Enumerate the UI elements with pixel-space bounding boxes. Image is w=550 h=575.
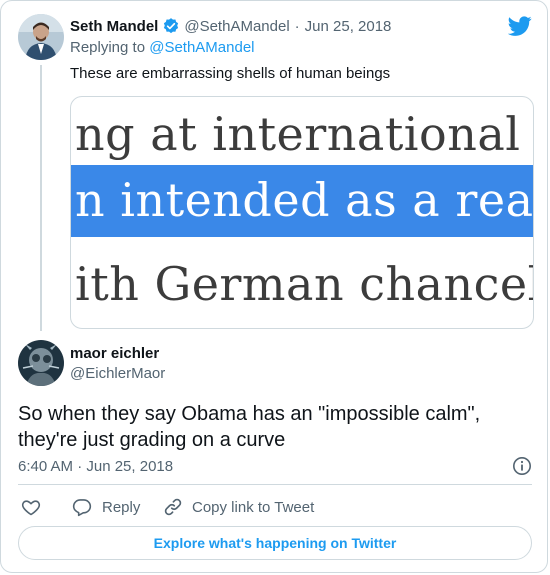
main-author-name[interactable]: maor eichler [70, 345, 159, 362]
link-icon [163, 497, 183, 517]
main-tweet-timestamp[interactable]: 6:40 AM · Jun 25, 2018 [18, 458, 173, 475]
main-tweet-text-line-2: they're just grading on a curve [18, 429, 286, 451]
copy-link-label: Copy link to Tweet [192, 498, 315, 516]
image-text-line-3: ith German chancello [75, 257, 533, 311]
main-tweet-text: So when they say Obama has an "impossibl… [18, 401, 538, 453]
image-text-line-2: n intended as a reassu [71, 165, 533, 237]
heart-icon [21, 497, 41, 517]
tweet-embed-card: Seth Mandel @SethAMandel · Jun 25, 2018 … [0, 0, 548, 573]
main-author-handle[interactable]: @EichlerMaor [70, 365, 165, 382]
parent-author-handle[interactable]: @SethAMandel [184, 18, 289, 35]
reply-button[interactable]: Reply [72, 497, 140, 517]
replying-to-line: Replying to @SethAMandel [70, 39, 255, 56]
parent-tweet-text: These are embarrassing shells of human b… [70, 65, 391, 82]
parent-header: Seth Mandel @SethAMandel · Jun 25, 2018 [70, 16, 391, 36]
thread-connector-line [40, 65, 42, 331]
verified-badge-icon [162, 17, 180, 35]
twitter-bird-icon[interactable] [507, 14, 532, 43]
reply-label: Reply [102, 498, 141, 516]
reply-icon [72, 497, 92, 517]
image-text-line-1: ng at international di [75, 107, 534, 161]
like-button[interactable] [21, 497, 41, 517]
info-icon[interactable] [512, 456, 532, 481]
parent-tweet-date[interactable]: Jun 25, 2018 [305, 18, 392, 35]
replying-to-prefix: Replying to [70, 39, 146, 56]
header-separator: · [294, 17, 300, 35]
explore-twitter-button[interactable]: Explore what's happening on Twitter [18, 526, 532, 560]
parent-author-name[interactable]: Seth Mandel [70, 18, 158, 35]
parent-tweet-image[interactable]: ng at international di n intended as a r… [70, 96, 534, 329]
replying-to-handle[interactable]: @SethAMandel [149, 39, 254, 56]
parent-avatar[interactable] [18, 14, 64, 60]
timestamp-divider [18, 484, 532, 485]
main-tweet-text-line-1: So when they say Obama has an "impossibl… [18, 403, 481, 425]
copy-link-button[interactable]: Copy link to Tweet [163, 497, 314, 517]
main-avatar[interactable] [18, 340, 64, 386]
